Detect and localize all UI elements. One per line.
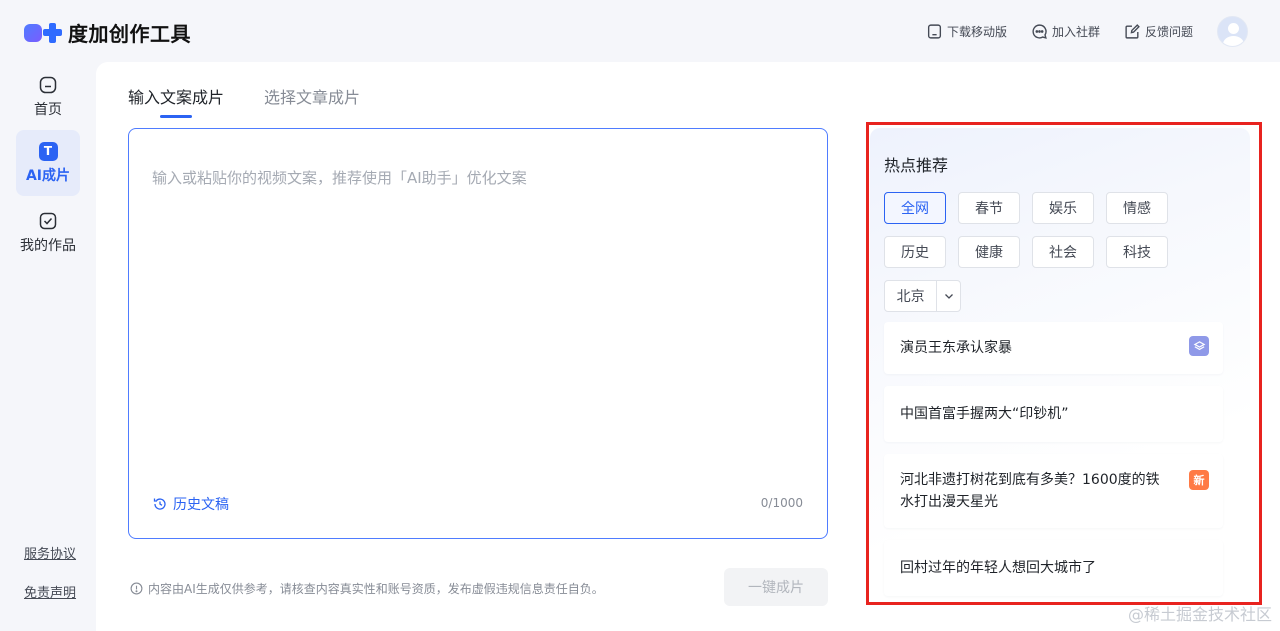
app-logo[interactable]: 度加创作工具 <box>24 18 191 47</box>
avatar[interactable] <box>1217 16 1248 47</box>
sidebar-item-ai-video[interactable]: T AI成片 <box>16 130 80 196</box>
ai-disclaimer: 内容由AI生成仅供参考，请核查内容真实性和账号资质，发布虚假违规信息责任自负。 <box>130 580 604 597</box>
tab-text-to-video[interactable]: 输入文案成片 <box>128 84 224 118</box>
sidebar-item-label: AI成片 <box>25 167 71 184</box>
feedback-label: 反馈问题 <box>1144 25 1193 39</box>
main-panel: 输入文案成片 选择文章成片 历史文稿 0/1000 内容由AI生成仅供参考，请核… <box>96 62 1280 631</box>
tab-bar: 输入文案成片 选择文章成片 <box>128 84 400 118</box>
history-drafts-label: 历史文稿 <box>173 497 229 513</box>
category-chip-entertainment[interactable]: 娱乐 <box>1032 192 1094 224</box>
category-chip-spring-festival[interactable]: 春节 <box>958 192 1020 224</box>
history-icon <box>153 498 166 510</box>
sidebar-item-label: 我的作品 <box>20 238 76 254</box>
home-icon <box>39 76 57 94</box>
new-badge: 新 <box>1189 470 1209 490</box>
generate-video-button[interactable]: 一键成片 <box>724 568 828 606</box>
hot-news-item[interactable]: 河北非遗打树花到底有多美？1600度的铁水打出漫天星光 新 <box>884 454 1223 528</box>
ai-icon: T <box>38 141 58 161</box>
feedback-button[interactable]: 反馈问题 <box>1124 23 1193 40</box>
script-input[interactable] <box>152 167 802 467</box>
chevron-down-icon <box>944 294 953 299</box>
script-editor: 历史文稿 0/1000 <box>128 128 828 539</box>
info-icon <box>130 582 143 595</box>
watermark: @稀土掘金技术社区 <box>1127 605 1272 624</box>
join-community-button[interactable]: 加入社群 <box>1031 23 1100 40</box>
char-counter: 0/1000 <box>760 496 803 510</box>
sidebar: 首页 T AI成片 我的作品 服务协议 免责声明 <box>0 62 96 631</box>
hot-news-text: 中国首富手握两大“印钞机” <box>900 406 1069 422</box>
hot-title: 热点推荐 <box>884 156 949 175</box>
edit-icon <box>1125 24 1140 39</box>
hot-news-text: 回村过年的年轻人想回大城市了 <box>900 560 1096 576</box>
logo-icon <box>24 21 64 45</box>
disclaimer-link[interactable]: 免责声明 <box>24 582 76 601</box>
download-mobile-label: 下载移动版 <box>946 25 1007 39</box>
check-icon <box>39 212 57 230</box>
mobile-icon <box>927 24 941 39</box>
layers-badge-icon <box>1189 336 1209 356</box>
hot-news-item[interactable]: 回村过年的年轻人想回大城市了 <box>884 540 1223 596</box>
tab-article-to-video[interactable]: 选择文章成片 <box>264 84 360 118</box>
hot-recommendations-panel: 热点推荐 全网 春节 娱乐 情感 历史 健康 社会 科技 北京 演员王东承认家暴… <box>870 128 1250 602</box>
chat-icon <box>1032 24 1047 39</box>
category-chip-all[interactable]: 全网 <box>884 192 946 224</box>
category-chip-society[interactable]: 社会 <box>1032 236 1094 268</box>
category-chip-health[interactable]: 健康 <box>958 236 1020 268</box>
download-mobile-button[interactable]: 下载移动版 <box>926 23 1007 40</box>
top-bar: 度加创作工具 下载移动版 加入社群 反馈问题 <box>0 0 1280 62</box>
sidebar-item-label: 首页 <box>34 102 62 118</box>
category-chip-emotion[interactable]: 情感 <box>1106 192 1168 224</box>
category-chip-tech[interactable]: 科技 <box>1106 236 1168 268</box>
category-chip-history[interactable]: 历史 <box>884 236 946 268</box>
app-title: 度加创作工具 <box>68 22 191 46</box>
hot-news-text: 河北非遗打树花到底有多美？1600度的铁水打出漫天星光 <box>900 472 1160 510</box>
history-drafts-button[interactable]: 历史文稿 <box>153 494 229 514</box>
hot-news-item[interactable]: 中国首富手握两大“印钞机” <box>884 386 1223 442</box>
sidebar-item-my-works[interactable]: 我的作品 <box>16 200 80 266</box>
region-label: 北京 <box>896 289 925 305</box>
sidebar-item-home[interactable]: 首页 <box>16 64 80 130</box>
hot-news-text: 演员王东承认家暴 <box>900 340 1012 356</box>
join-community-label: 加入社群 <box>1051 25 1100 39</box>
ai-disclaimer-text: 内容由AI生成仅供参考，请核查内容真实性和账号资质，发布虚假违规信息责任自负。 <box>148 582 604 596</box>
hot-news-item[interactable]: 演员王东承认家暴 <box>884 322 1223 374</box>
region-select[interactable]: 北京 <box>884 280 961 312</box>
terms-link[interactable]: 服务协议 <box>24 543 76 562</box>
